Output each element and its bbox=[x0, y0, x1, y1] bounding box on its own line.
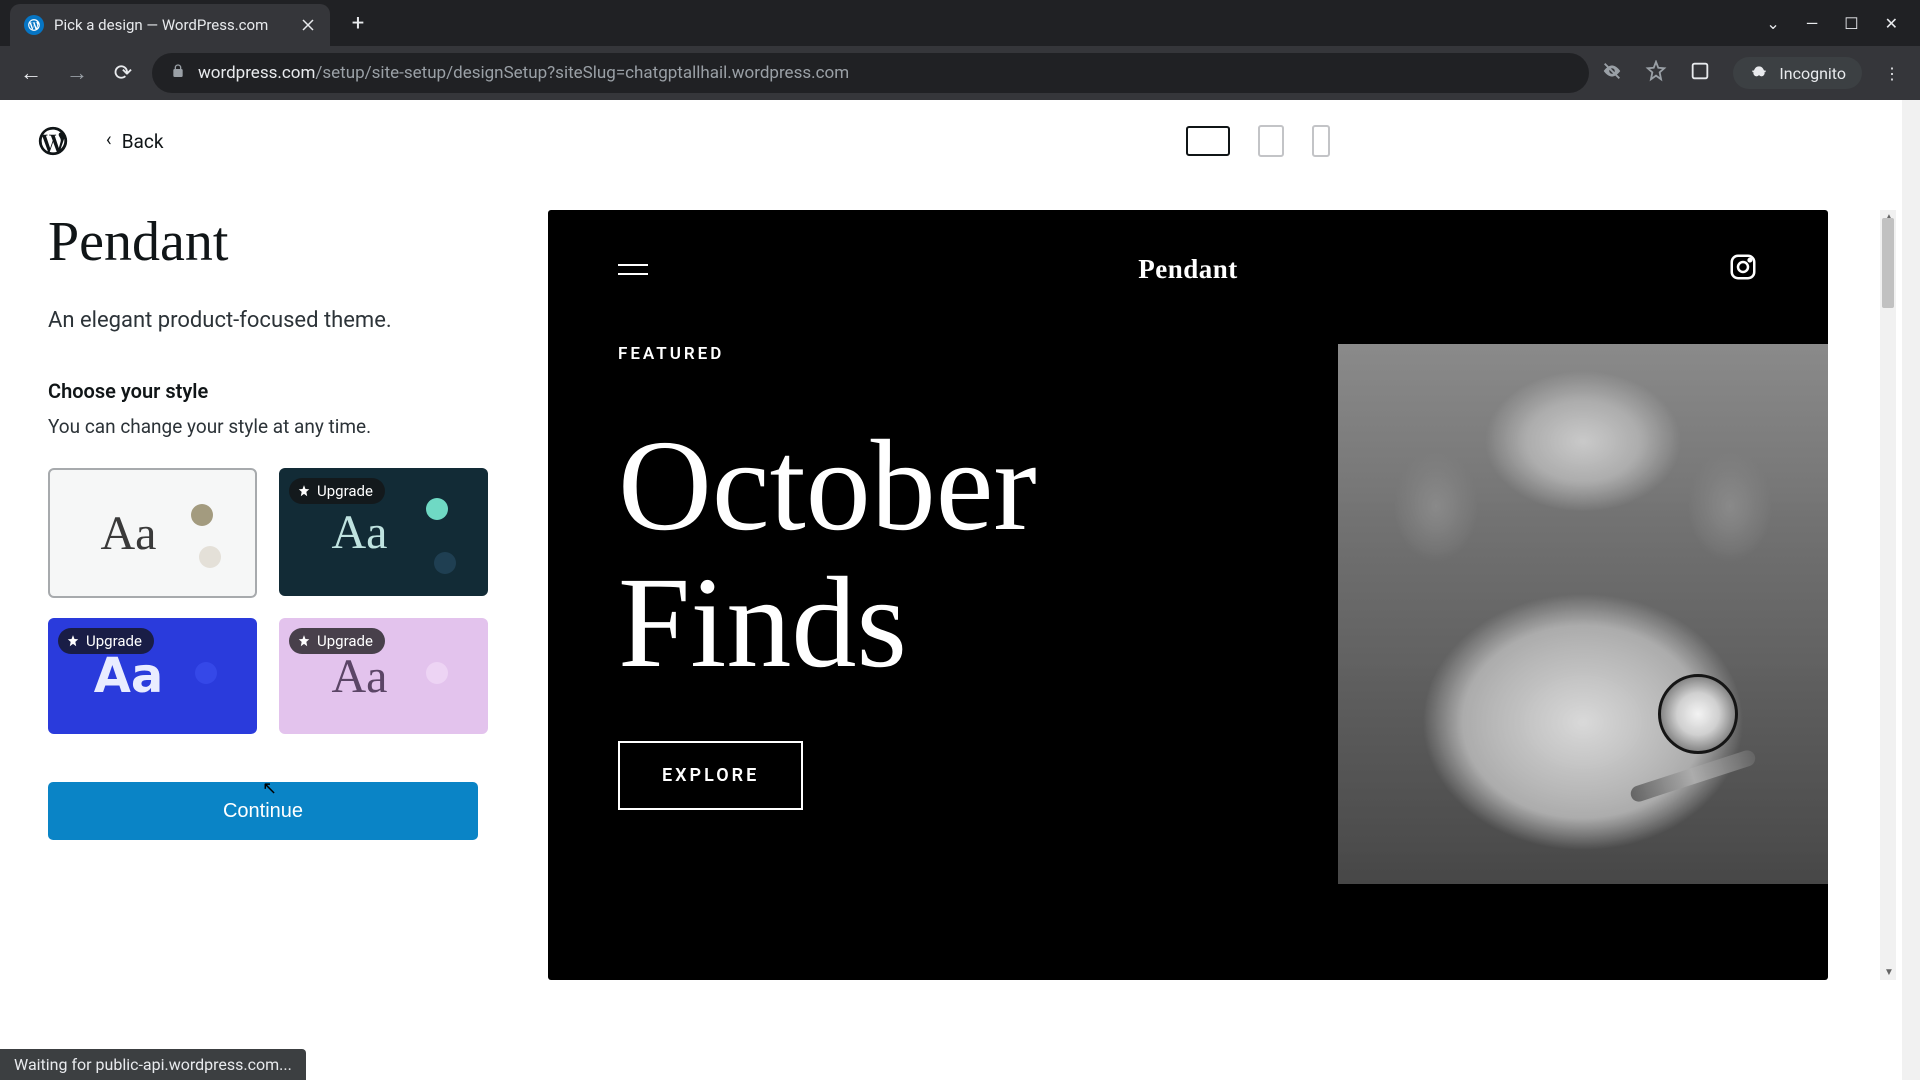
explore-button[interactable]: EXPLORE bbox=[618, 741, 803, 810]
wordpress-logo-icon[interactable] bbox=[36, 124, 70, 158]
close-tab-icon[interactable] bbox=[300, 17, 316, 33]
incognito-eye-icon[interactable] bbox=[1601, 60, 1623, 86]
minimize-icon[interactable]: — bbox=[1806, 14, 1819, 33]
style-sample-text: Aa bbox=[94, 648, 164, 704]
url-input[interactable]: wordpress.com/setup/site-setup/designSet… bbox=[152, 53, 1589, 93]
browser-menu-icon[interactable]: ⋮ bbox=[1884, 64, 1900, 83]
url-path: /setup/site-setup/designSetup?siteSlug=c… bbox=[315, 63, 849, 83]
new-tab-button[interactable]: + bbox=[340, 5, 376, 41]
theme-description: An elegant product-focused theme. bbox=[48, 308, 488, 333]
color-swatch-icon bbox=[434, 552, 456, 574]
page-scrollbar[interactable] bbox=[1902, 100, 1920, 1080]
tab-title: Pick a design — WordPress.com bbox=[54, 16, 268, 34]
upgrade-label: Upgrade bbox=[317, 482, 373, 500]
back-button[interactable]: › Back bbox=[106, 130, 163, 153]
preview-hero-image bbox=[1338, 344, 1828, 884]
style-card-blue[interactable]: Upgrade Aa bbox=[48, 618, 257, 734]
page-content: › Back Pendant An elegant product-focuse… bbox=[0, 100, 1920, 1080]
window-controls: ⌄ — ☐ ✕ bbox=[1766, 14, 1920, 33]
bookmark-icon[interactable] bbox=[1645, 60, 1667, 86]
incognito-label: Incognito bbox=[1779, 64, 1846, 83]
color-swatch-icon bbox=[426, 662, 448, 684]
star-icon bbox=[297, 484, 311, 498]
incognito-badge[interactable]: Incognito bbox=[1733, 57, 1862, 89]
browser-tab[interactable]: Pick a design — WordPress.com bbox=[10, 4, 330, 46]
style-sample-text: Aa bbox=[332, 505, 388, 560]
forward-nav-icon[interactable]: → bbox=[60, 56, 94, 90]
scroll-thumb[interactable] bbox=[1882, 218, 1894, 308]
sidebar: Pendant An elegant product-focused theme… bbox=[48, 170, 488, 980]
reload-icon[interactable]: ⟳ bbox=[106, 56, 140, 90]
preview-panel: Pendant FEATURED October Finds EXP bbox=[548, 170, 1880, 980]
style-sample-text: Aa bbox=[101, 506, 157, 561]
preview-brand: Pendant bbox=[1138, 254, 1238, 285]
hamburger-menu-icon[interactable] bbox=[618, 264, 648, 275]
close-window-icon[interactable]: ✕ bbox=[1885, 14, 1898, 33]
star-icon bbox=[297, 634, 311, 648]
theme-title: Pendant bbox=[48, 210, 488, 274]
page-topbar: › Back bbox=[0, 100, 1920, 170]
url-domain: wordpress.com bbox=[198, 63, 315, 83]
address-bar: ← → ⟳ wordpress.com/setup/site-setup/des… bbox=[0, 46, 1920, 100]
headline-line1: October bbox=[618, 418, 1298, 555]
color-swatch-icon bbox=[426, 498, 448, 520]
tab-dropdown-icon[interactable]: ⌄ bbox=[1766, 14, 1779, 33]
star-icon bbox=[66, 634, 80, 648]
device-preview-toggle bbox=[1186, 125, 1330, 157]
back-label: Back bbox=[122, 130, 164, 153]
lock-icon bbox=[170, 63, 186, 84]
tab-bar: Pick a design — WordPress.com + ⌄ — ☐ ✕ bbox=[0, 0, 1920, 46]
extensions-icon[interactable] bbox=[1689, 60, 1711, 86]
maximize-icon[interactable]: ☐ bbox=[1844, 14, 1858, 33]
style-subtext: You can change your style at any time. bbox=[48, 415, 488, 438]
theme-preview[interactable]: Pendant FEATURED October Finds EXP bbox=[548, 210, 1828, 980]
instagram-icon[interactable] bbox=[1728, 252, 1758, 286]
style-card-dark[interactable]: Upgrade Aa bbox=[279, 468, 488, 596]
chevron-left-icon: › bbox=[106, 130, 112, 153]
preview-scrollbar[interactable]: ▲ ▼ bbox=[1880, 210, 1896, 980]
headline-line2: Finds bbox=[618, 555, 1298, 692]
upgrade-badge: Upgrade bbox=[289, 478, 385, 504]
wordpress-favicon bbox=[24, 15, 44, 35]
bracelet-graphic bbox=[1629, 748, 1758, 803]
upgrade-label: Upgrade bbox=[317, 632, 373, 650]
style-card-lavender[interactable]: Upgrade Aa bbox=[279, 618, 488, 734]
tablet-view-button[interactable] bbox=[1258, 125, 1284, 157]
mobile-view-button[interactable] bbox=[1312, 125, 1330, 157]
featured-label: FEATURED bbox=[618, 344, 1298, 364]
continue-button[interactable]: Continue bbox=[48, 782, 478, 840]
style-grid: Aa Upgrade Aa Upgrade bbox=[48, 468, 488, 734]
style-card-default[interactable]: Aa bbox=[48, 468, 257, 598]
watch-graphic bbox=[1658, 674, 1738, 754]
status-bar: Waiting for public-api.wordpress.com... bbox=[0, 1049, 306, 1080]
browser-chrome: Pick a design — WordPress.com + ⌄ — ☐ ✕ … bbox=[0, 0, 1920, 100]
color-swatch-icon bbox=[199, 546, 221, 568]
back-nav-icon[interactable]: ← bbox=[14, 56, 48, 90]
color-swatch-icon bbox=[191, 504, 213, 526]
style-sample-text: Aa bbox=[332, 649, 388, 704]
style-heading: Choose your style bbox=[48, 379, 488, 403]
preview-headline: October Finds bbox=[618, 418, 1298, 691]
color-swatch-icon bbox=[195, 662, 217, 684]
scroll-down-icon[interactable]: ▼ bbox=[1884, 967, 1894, 978]
preview-header: Pendant bbox=[548, 210, 1828, 286]
desktop-view-button[interactable] bbox=[1186, 126, 1230, 156]
